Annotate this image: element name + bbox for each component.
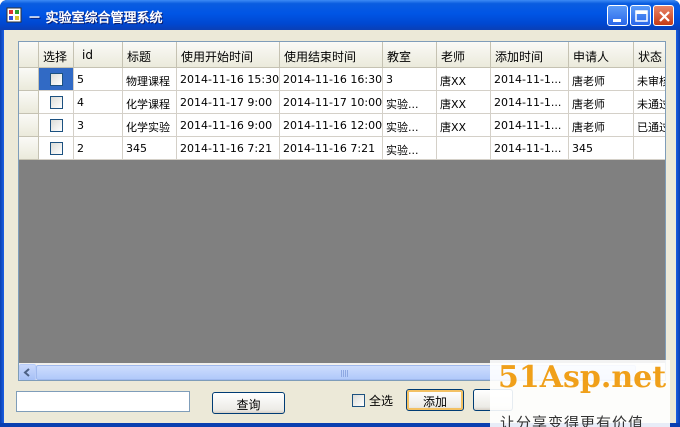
row-checkbox[interactable] [49, 118, 63, 132]
cell-start-time[interactable]: 2014-11-16 15:30 [177, 68, 280, 91]
column-header-applicant[interactable]: 申请人 [569, 42, 634, 68]
cell-start-time[interactable]: 2014-11-16 7:21 [177, 137, 280, 160]
cell-applicant[interactable]: 345 [569, 137, 634, 160]
row-select-cell[interactable] [39, 137, 74, 160]
data-grid[interactable]: 选择 id 标题 使用开始时间 使用结束时间 教室 老师 添加时间 申请人 状态… [18, 41, 666, 381]
cell-classroom[interactable]: 3 [383, 68, 437, 91]
cell-title[interactable]: 345 [123, 137, 177, 160]
cell-added-time[interactable]: 2014-11-1... [491, 114, 569, 137]
frame-right [676, 30, 680, 427]
close-icon [659, 11, 670, 22]
cell-id[interactable]: 3 [74, 114, 123, 137]
maximize-button[interactable] [630, 5, 651, 26]
cell-id[interactable]: 4 [74, 91, 123, 114]
app-window: － 实验室综合管理系统 选择 id 标题 使用开始时间 使用结束时间 教室 老师… [0, 0, 680, 427]
cell-end-time[interactable]: 2014-11-17 10:00 [280, 91, 383, 114]
grid-header: 选择 id 标题 使用开始时间 使用结束时间 教室 老师 添加时间 申请人 状态 [19, 42, 665, 68]
cell-teacher[interactable]: 唐XX [437, 68, 491, 91]
column-header-select[interactable]: 选择 [39, 42, 74, 68]
select-all-label[interactable]: 全选 [369, 392, 393, 409]
table-row[interactable]: 2 345 2014-11-16 7:21 2014-11-16 7:21 实验… [19, 137, 665, 160]
cell-added-time[interactable]: 2014-11-1... [491, 68, 569, 91]
cell-status[interactable]: 未通过 [634, 91, 665, 114]
cell-status[interactable]: 未审核 [634, 68, 665, 91]
row-checkbox[interactable] [49, 95, 63, 109]
cell-end-time[interactable]: 2014-11-16 12:00 [280, 114, 383, 137]
row-header[interactable] [19, 91, 39, 114]
row-select-cell[interactable] [39, 68, 74, 91]
chevron-left-icon [23, 368, 30, 377]
client-area: 选择 id 标题 使用开始时间 使用结束时间 教室 老师 添加时间 申请人 状态… [4, 30, 676, 427]
cell-teacher[interactable]: 唐XX [437, 91, 491, 114]
cell-applicant[interactable]: 唐老师 [569, 68, 634, 91]
cell-applicant[interactable]: 唐老师 [569, 91, 634, 114]
cell-start-time[interactable]: 2014-11-16 9:00 [177, 114, 280, 137]
cell-id[interactable]: 5 [74, 68, 123, 91]
add-button[interactable]: 添加 [406, 389, 464, 411]
row-select-cell[interactable] [39, 91, 74, 114]
select-all-checkbox[interactable] [352, 394, 365, 407]
maximize-icon [635, 10, 648, 22]
row-checkbox[interactable] [49, 72, 63, 86]
select-all-checkbox-group[interactable]: 全选 [352, 392, 393, 409]
column-header-title[interactable]: 标题 [123, 42, 177, 68]
cell-end-time[interactable]: 2014-11-16 7:21 [280, 137, 383, 160]
table-row[interactable]: 4 化学课程 2014-11-17 9:00 2014-11-17 10:00 … [19, 91, 665, 114]
watermark-slogan: 让分享变得更有价值 [500, 414, 645, 427]
cell-title[interactable]: 化学实验 [123, 114, 177, 137]
corner-header [19, 42, 39, 68]
cell-status[interactable] [634, 137, 665, 160]
cell-id[interactable]: 2 [74, 137, 123, 160]
table-row[interactable]: 3 化学实验 2014-11-16 9:00 2014-11-16 12:00 … [19, 114, 665, 137]
column-header-teacher[interactable]: 老师 [437, 42, 491, 68]
column-header-added-time[interactable]: 添加时间 [491, 42, 569, 68]
watermark-logo: 51Asp.net 让分享变得更有价值 [490, 360, 670, 427]
minimize-button[interactable] [607, 5, 628, 26]
title-bar[interactable]: － 实验室综合管理系统 [0, 0, 680, 30]
cell-start-time[interactable]: 2014-11-17 9:00 [177, 91, 280, 114]
query-button[interactable]: 查询 [212, 392, 285, 414]
scroll-left-button[interactable] [19, 364, 36, 380]
column-header-id[interactable]: id [74, 42, 123, 68]
cell-end-time[interactable]: 2014-11-16 16:30 [280, 68, 383, 91]
cell-title[interactable]: 物理课程 [123, 68, 177, 91]
column-header-classroom[interactable]: 教室 [383, 42, 437, 68]
minimize-icon [613, 19, 621, 22]
cell-added-time[interactable]: 2014-11-1... [491, 137, 569, 160]
cell-classroom[interactable]: 实验... [383, 137, 437, 160]
row-header[interactable] [19, 137, 39, 160]
watermark-brand: 51Asp.net [498, 360, 667, 395]
app-icon [6, 7, 22, 23]
cell-teacher[interactable]: 唐XX [437, 114, 491, 137]
cell-added-time[interactable]: 2014-11-1... [491, 91, 569, 114]
cell-classroom[interactable]: 实验... [383, 114, 437, 137]
row-select-cell[interactable] [39, 114, 74, 137]
scroll-grip [341, 370, 349, 377]
column-header-status[interactable]: 状态 [634, 42, 665, 68]
search-input[interactable] [16, 391, 190, 412]
cell-title[interactable]: 化学课程 [123, 91, 177, 114]
window-title: － 实验室综合管理系统 [28, 11, 163, 26]
cell-teacher[interactable] [437, 137, 491, 160]
row-header[interactable] [19, 68, 39, 91]
row-header[interactable] [19, 114, 39, 137]
cell-classroom[interactable]: 实验... [383, 91, 437, 114]
column-header-end-time[interactable]: 使用结束时间 [280, 42, 383, 68]
table-row[interactable]: 5 物理课程 2014-11-16 15:30 2014-11-16 16:30… [19, 68, 665, 91]
close-button[interactable] [653, 5, 674, 26]
cell-status[interactable]: 已通过 [634, 114, 665, 137]
cell-applicant[interactable]: 唐老师 [569, 114, 634, 137]
column-header-start-time[interactable]: 使用开始时间 [177, 42, 280, 68]
row-checkbox[interactable] [49, 141, 63, 155]
